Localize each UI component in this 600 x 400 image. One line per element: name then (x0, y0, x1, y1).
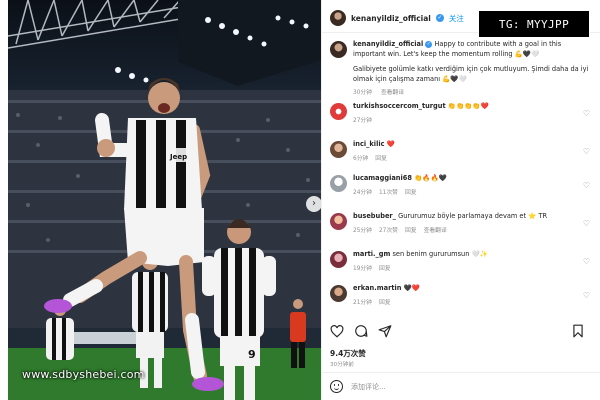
comment-meta: 24分钟 11次赞 回复 (353, 187, 592, 196)
avatar[interactable] (330, 10, 346, 26)
send-icon[interactable] (378, 324, 392, 338)
comment-likes: 27次赞 (378, 227, 398, 234)
caption-username[interactable]: kenanyildiz_official (353, 40, 423, 48)
watermark-text: www.sdbyshebei.com (22, 368, 145, 381)
comment-bar (322, 372, 600, 400)
comment-item: inci_kilic ❤️ 6分钟 回复 ♡ (330, 140, 592, 174)
comment-time: 24分钟 (353, 189, 372, 196)
avatar[interactable] (330, 41, 347, 58)
comment-username[interactable]: inci_kilic (353, 140, 385, 148)
comment-username[interactable]: lucamaggiani68 (353, 174, 412, 182)
avatar[interactable] (330, 141, 347, 158)
follow-button[interactable]: 关注 (449, 13, 464, 24)
comment-text: erkan.martin 🖤❤️ (353, 284, 592, 294)
comment-time: 27分钟 (353, 117, 372, 124)
football-celebration-image: 9 Jeep (8, 0, 321, 400)
comment-body: sen benim gururumsun 🤍✨ (392, 250, 488, 258)
comment-item: marti._gm sen benim gururumsun 🤍✨ 19分钟 回复… (330, 250, 592, 284)
comment-body: 👏🔥🔥🖤 (414, 174, 447, 182)
comment-item: erkan.martin 🖤❤️ 21分钟 回复 ♡ (330, 284, 592, 314)
reply-button[interactable]: 回复 (379, 300, 391, 306)
heart-icon[interactable]: ♡ (583, 109, 590, 118)
avatar[interactable] (330, 285, 347, 302)
comment-body: ❤️ (386, 140, 395, 148)
bookmark-icon[interactable] (572, 324, 584, 338)
comment-meta: 6分钟 回复 (353, 153, 592, 162)
comment-body: 🖤❤️ (403, 284, 420, 292)
comment-time: 19分钟 (353, 265, 372, 272)
comment-text: inci_kilic ❤️ (353, 140, 592, 150)
caption-meta: 30分钟 查看翻译 (353, 87, 592, 96)
avatar[interactable] (330, 251, 347, 268)
see-translation-link[interactable]: 查看翻译 (381, 90, 404, 96)
see-translation-link[interactable]: 查看翻译 (424, 228, 447, 234)
comment-text: turkishsoccercom_turgut 👏👏👏👏❤️ (353, 102, 592, 112)
comment-time: 25分钟 (353, 227, 372, 234)
verified-badge-icon: ✓ (435, 14, 444, 22)
comment-meta: 27分钟 (353, 115, 592, 124)
comment-input[interactable] (351, 382, 551, 391)
caption-text-tr: Galibiyete golümle katkı verdiğim için ç… (353, 65, 589, 83)
avatar[interactable] (330, 103, 347, 120)
caption-time: 30分钟 (353, 90, 372, 96)
comment-meta: 19分钟 回复 (353, 263, 592, 272)
comment-time: 6分钟 (353, 155, 369, 162)
comment-item: lucamaggiani68 👏🔥🔥🖤 24分钟 11次赞 回复 ♡ (330, 174, 592, 212)
comment-username[interactable]: erkan.martin (353, 284, 401, 292)
tg-watermark-badge: TG: MYYJPP (478, 10, 590, 38)
reply-button[interactable]: 回复 (405, 190, 417, 196)
heart-icon[interactable]: ♡ (583, 147, 590, 156)
likes-count[interactable]: 9.4万次赞 (330, 348, 366, 359)
comment-username[interactable]: busebuber_ (353, 212, 396, 220)
post-header: kenanyildiz_official ✓ 关注 (330, 8, 464, 28)
comment-likes: 11次赞 (378, 189, 398, 196)
comment-meta: 21分钟 回复 (353, 297, 592, 306)
reply-button[interactable]: 回复 (379, 266, 391, 272)
reply-button[interactable]: 回复 (405, 228, 417, 234)
avatar[interactable] (330, 213, 347, 230)
post-details-panel: kenanyildiz_official ✓ 关注 TG: MYYJPP ken… (321, 0, 600, 400)
post-username[interactable]: kenanyildiz_official (351, 14, 431, 23)
reply-button[interactable]: 回复 (375, 156, 387, 162)
post-actions (330, 324, 392, 338)
post-photo: 9 Jeep › www.sdbyshebei.com (8, 0, 321, 400)
heart-icon[interactable]: ♡ (583, 257, 590, 266)
comment-icon[interactable] (354, 324, 368, 338)
player-number: 9 (248, 348, 256, 361)
heart-icon[interactable]: ♡ (583, 181, 590, 190)
next-photo-arrow-icon[interactable]: › (306, 196, 321, 212)
comment-body: Gururumuz böyle parlamaya devam et ⭐ TR (398, 212, 548, 220)
comment-time: 21分钟 (353, 299, 372, 306)
emoji-icon[interactable] (330, 380, 343, 393)
caption-text: kenanyildiz_official ✓ Happy to contribu… (353, 40, 592, 59)
comment-body: 👏👏👏👏❤️ (447, 102, 489, 110)
heart-icon[interactable]: ♡ (583, 291, 590, 300)
caption: kenanyildiz_official ✓ Happy to contribu… (330, 40, 592, 102)
verified-badge-icon: ✓ (425, 40, 433, 48)
shirt-sponsor-text: Jeep (169, 153, 187, 161)
comment-text: marti._gm sen benim gururumsun 🤍✨ (353, 250, 592, 260)
post-date: 30分钟前 (330, 362, 354, 368)
comment-text: lucamaggiani68 👏🔥🔥🖤 (353, 174, 592, 184)
heart-icon[interactable]: ♡ (583, 219, 590, 228)
comment-item: turkishsoccercom_turgut 👏👏👏👏❤️ 27分钟 ♡ (330, 102, 592, 140)
avatar[interactable] (330, 175, 347, 192)
comment-username[interactable]: turkishsoccercom_turgut (353, 102, 446, 110)
comment-meta: 25分钟 27次赞 回复 查看翻译 (353, 225, 592, 234)
comment-username[interactable]: marti._gm (353, 250, 390, 258)
heart-icon[interactable] (330, 324, 344, 338)
comments-list: kenanyildiz_official ✓ Happy to contribu… (330, 40, 592, 314)
comment-item: busebuber_ Gururumuz böyle parlamaya dev… (330, 212, 592, 250)
comment-text: busebuber_ Gururumuz böyle parlamaya dev… (353, 212, 592, 222)
